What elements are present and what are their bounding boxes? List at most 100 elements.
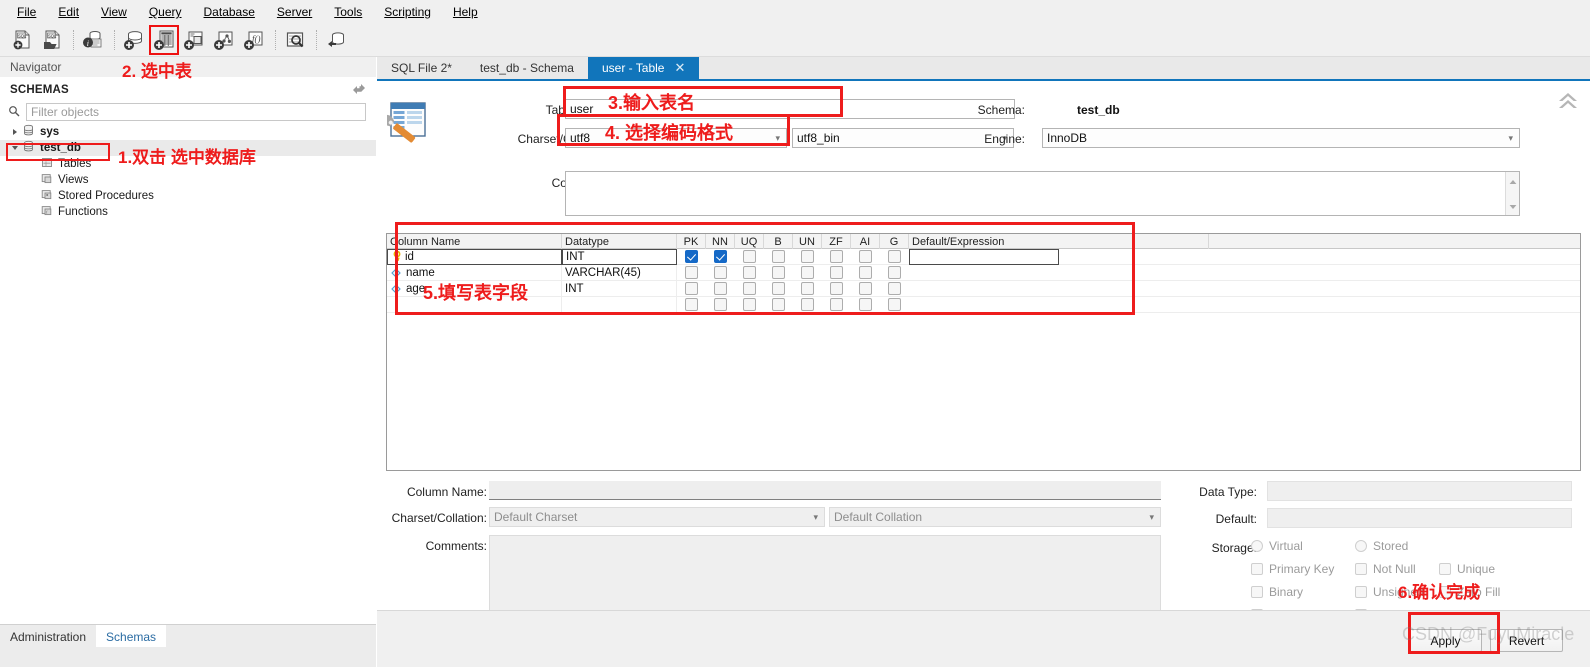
checkbox-not-null-label: Not Null [1373,562,1416,576]
schema-value: test_db [1077,103,1120,117]
sidebar-item-stored-procedures[interactable]: Stored Procedures [0,188,376,204]
navigator-bottom-tabs: Administration Schemas [0,624,376,667]
annotation-box-3 [563,86,843,117]
menu-item-help[interactable]: Help [442,2,489,22]
toolbar-separator [275,30,276,50]
chevron-right-icon[interactable] [8,128,22,136]
menu-item-help-label: Help [452,5,478,19]
search-data-icon[interactable] [281,26,309,54]
menu-item-scripting[interactable]: Scripting [373,2,442,22]
database-icon [22,124,35,140]
menu-item-file[interactable]: File [6,2,47,22]
toolbar-separator [114,30,115,50]
checkbox-primary-key-label: Primary Key [1269,562,1335,576]
annotation-text-4: 4. 选择编码格式 [605,123,734,143]
checkbox-unique[interactable]: Unique [1439,562,1495,576]
tab-user-table-label: user - Table [601,61,665,75]
comments-scrollbar[interactable] [1505,172,1519,215]
tab-schemas-label: Schemas [106,629,157,644]
close-icon[interactable]: ✕ [674,60,685,76]
column-charset-select[interactable]: Default Charset ▾ [489,507,825,527]
radio-stored-label: Stored [1373,539,1409,553]
radio-icon [1251,540,1263,552]
annotation-box-1 [6,143,110,161]
annotation-text-3: 3.输入表名 [608,93,696,113]
open-sql-script-icon[interactable]: SQL [38,26,66,54]
create-view-icon[interactable] [180,26,208,54]
sidebar-item-functions-label: Functions [58,206,108,218]
schema-label: Schema: [977,103,1025,117]
schema-tree: sys test_db Tables Views Stored Procedur… [0,124,376,624]
checkbox-icon [1355,586,1367,598]
engine-label: Engine: [984,132,1025,146]
refresh-icon[interactable] [352,83,366,98]
folder-view-icon [40,172,53,188]
checkbox-not-null[interactable]: Not Null [1355,562,1416,576]
schemas-section-header: SCHEMAS [0,79,376,101]
chevron-down-icon: ▾ [1508,133,1513,143]
menu-item-database-label: Database [203,5,255,19]
default-input[interactable] [1267,508,1572,528]
checkbox-binary-label: Binary [1269,585,1304,599]
tab-administration-label: Administration [10,629,87,644]
svg-text:i: i [87,39,89,48]
data-type-input[interactable] [1267,481,1572,501]
reconnect-server-icon[interactable] [322,26,350,54]
tab-sql-file-2-label: SQL File 2* [391,61,452,75]
column-name-input[interactable] [489,481,1161,500]
filter-objects-input[interactable]: Filter objects [26,103,366,121]
menu-item-view[interactable]: View [90,2,138,22]
tab-test-db-schema[interactable]: test_db - Schema [465,57,588,79]
table-comments-value [566,172,1505,215]
new-sql-tab-icon[interactable]: SQL [8,26,36,54]
annotation-text-5: 5.填写表字段 [423,283,529,303]
sidebar-item-sys[interactable]: sys [0,124,376,140]
checkbox-icon [1355,563,1367,575]
menu-item-view-label: View [101,5,127,19]
create-procedure-icon[interactable] [210,26,238,54]
folder-procedure-icon [40,188,53,204]
sidebar-item-sys-label: sys [40,126,60,138]
menu-item-server-label: Server [276,5,313,19]
folder-function-icon: f [40,204,53,220]
tab-administration[interactable]: Administration [0,625,96,647]
annotation-text-2: 2. 选中表 [122,62,192,81]
radio-stored[interactable]: Stored [1355,539,1408,553]
sidebar-item-functions[interactable]: f Functions [0,204,376,220]
collapse-panel-button[interactable] [1554,89,1582,115]
checkbox-primary-key[interactable]: Primary Key [1251,562,1334,576]
radio-virtual[interactable]: Virtual [1251,539,1303,553]
filter-row: Filter objects [0,101,376,123]
menu-item-edit[interactable]: Edit [47,2,90,22]
menu-item-query[interactable]: Query [138,2,193,22]
table-editor-body: Table Name: user Schema: test_db Charset… [377,79,1590,644]
menu-item-tools[interactable]: Tools [323,2,373,22]
column-comments-label: Comments: [425,539,487,553]
checkbox-binary[interactable]: Binary [1251,585,1303,599]
triangle-down-icon[interactable] [1509,199,1517,213]
column-collation-select[interactable]: Default Collation ▾ [829,507,1161,527]
menu-item-server[interactable]: Server [266,2,323,22]
toolbar-separator [316,30,317,50]
create-schema-icon[interactable] [120,26,148,54]
data-type-label: Data Type: [1199,485,1257,499]
tab-schemas[interactable]: Schemas [96,625,167,647]
table-comments-textarea[interactable] [565,171,1520,216]
menu-item-scripting-label: Scripting [384,5,431,19]
engine-select[interactable]: InnoDB ▾ [1042,128,1520,148]
tab-sql-file-2[interactable]: SQL File 2* [377,57,466,79]
tab-user-table[interactable]: user - Table ✕ [587,57,700,79]
chevron-down-icon: ▾ [1149,511,1154,522]
tab-test-db-schema-label: test_db - Schema [479,61,574,75]
sidebar-item-views[interactable]: Views [0,172,376,188]
create-function-icon[interactable]: f() [240,26,268,54]
menu-item-database[interactable]: Database [193,2,266,22]
triangle-up-icon[interactable] [1509,174,1517,188]
checkbox-icon [1439,563,1451,575]
main-toolbar: SQL SQL i f() [0,24,1590,57]
connection-info-icon[interactable]: i [79,26,107,54]
checkbox-icon [1251,563,1263,575]
create-table-icon[interactable] [149,25,179,55]
checkbox-unique-label: Unique [1457,562,1496,576]
table-editor-icon [382,99,443,149]
